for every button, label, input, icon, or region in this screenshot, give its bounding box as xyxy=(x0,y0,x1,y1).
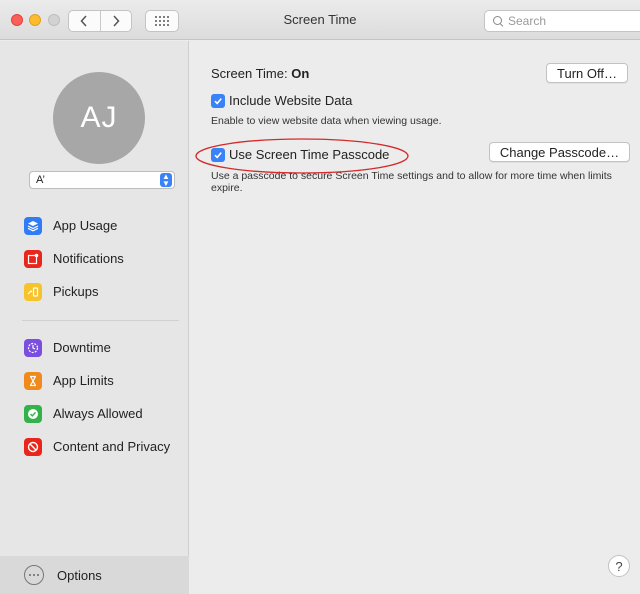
screen-time-window: Screen Time AJ A’ ▲▼ App Usage Notifi xyxy=(0,0,640,594)
chevron-right-icon xyxy=(113,15,120,27)
include-website-data-label: Include Website Data xyxy=(229,93,353,108)
pickups-icon xyxy=(24,282,42,301)
back-forward-buttons xyxy=(68,10,132,32)
sidebar-item-downtime[interactable]: Downtime xyxy=(0,331,189,364)
sidebar-item-content-privacy[interactable]: Content and Privacy xyxy=(0,430,189,463)
sidebar-item-label: Downtime xyxy=(53,340,111,355)
sidebar-section-usage: App Usage Notifications Pickups xyxy=(0,209,189,308)
turn-off-button[interactable]: Turn Off… xyxy=(546,63,628,83)
always-allowed-icon xyxy=(24,404,42,423)
zoom-window-button[interactable] xyxy=(48,14,60,26)
sidebar-section-limits: Downtime App Limits Always Allowed Conte… xyxy=(0,331,189,463)
content-privacy-icon xyxy=(24,437,42,456)
sidebar-item-label: Always Allowed xyxy=(53,406,143,421)
app-limits-icon xyxy=(24,371,42,390)
main-pane: Screen Time: On Turn Off… Include Websit… xyxy=(190,41,640,594)
help-button[interactable]: ? xyxy=(608,555,630,577)
include-website-data-row[interactable]: Include Website Data xyxy=(211,93,352,108)
user-popup-value: A’ xyxy=(36,174,45,186)
more-options-icon xyxy=(24,565,44,585)
checkmark-icon xyxy=(214,97,222,105)
status-label: Screen Time: xyxy=(211,66,288,81)
highlight-annotation xyxy=(195,138,409,174)
sidebar-item-app-usage[interactable]: App Usage xyxy=(0,209,189,242)
title-bar: Screen Time xyxy=(0,0,640,40)
sidebar-item-notifications[interactable]: Notifications xyxy=(0,242,189,275)
back-button[interactable] xyxy=(69,11,100,31)
search-icon xyxy=(493,16,503,26)
sidebar-item-label: App Usage xyxy=(53,218,118,233)
avatar: AJ xyxy=(53,72,145,164)
search-field[interactable] xyxy=(484,10,640,32)
include-website-data-checkbox[interactable] xyxy=(211,93,225,108)
sidebar-item-options[interactable]: Options xyxy=(0,556,189,594)
screen-time-status: Screen Time: On xyxy=(211,66,309,81)
sidebar-item-always-allowed[interactable]: Always Allowed xyxy=(0,397,189,430)
sidebar: AJ A’ ▲ ▼ App Usage Notifications Pickup… xyxy=(0,41,189,594)
popup-arrows-icon: ▲ ▼ xyxy=(160,173,172,188)
downtime-icon xyxy=(24,338,42,357)
status-value: On xyxy=(291,66,310,81)
sidebar-item-label: Pickups xyxy=(53,284,99,299)
chevron-left-icon xyxy=(80,15,87,27)
notifications-icon xyxy=(24,249,42,268)
minimize-window-button[interactable] xyxy=(29,14,41,26)
user-popup[interactable]: A’ ▲ ▼ xyxy=(29,171,175,189)
show-all-preferences-button[interactable] xyxy=(145,10,179,32)
change-passcode-button[interactable]: Change Passcode… xyxy=(489,142,630,162)
app-usage-icon xyxy=(24,216,42,235)
options-label: Options xyxy=(57,567,102,583)
sidebar-divider xyxy=(22,320,179,321)
sidebar-item-label: Content and Privacy xyxy=(53,439,171,454)
close-window-button[interactable] xyxy=(11,14,23,26)
sidebar-item-app-limits[interactable]: App Limits xyxy=(0,364,189,397)
forward-button[interactable] xyxy=(99,11,132,31)
search-input[interactable] xyxy=(508,14,628,28)
sidebar-item-label: Notifications xyxy=(53,251,124,266)
include-website-data-description: Enable to view website data when viewing… xyxy=(211,115,442,127)
grid-icon xyxy=(155,16,169,26)
sidebar-item-pickups[interactable]: Pickups xyxy=(0,275,189,308)
sidebar-item-label: App Limits xyxy=(53,373,114,388)
